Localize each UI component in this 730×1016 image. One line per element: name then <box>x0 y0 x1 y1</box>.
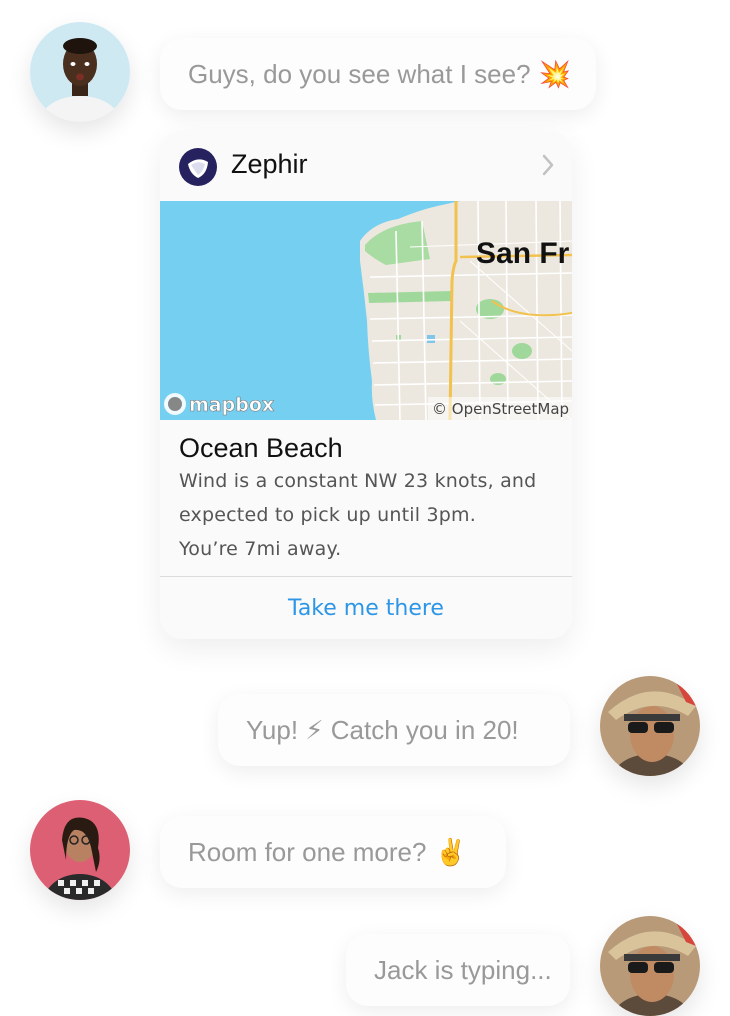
message-text: Guys, do you see what I see? <box>188 58 531 89</box>
chevron-right-icon[interactable] <box>540 153 556 177</box>
app-name: Zephir <box>231 149 308 179</box>
description-line-2: expected to pick up until 3pm. <box>179 504 476 526</box>
mapbox-logo-icon: mapbox <box>164 393 274 416</box>
mapbox-brand: mapbox <box>189 394 274 416</box>
avatar-sender-4[interactable] <box>600 916 700 1016</box>
map-attribution[interactable]: © OpenStreetMap <box>432 400 569 418</box>
map-image: San Fr mapbox © OpenStreetMap <box>160 201 572 420</box>
message-bubble-2: Yup! ⚡ Catch you in 20! <box>218 694 570 766</box>
zephir-logo-icon <box>179 148 217 186</box>
avatar-sender-1[interactable] <box>30 22 130 122</box>
avatar-sender-2[interactable] <box>600 676 700 776</box>
collision-emoji: 💥 <box>538 59 571 89</box>
avatar-sender-3[interactable] <box>30 800 130 900</box>
map-view[interactable]: San Fr mapbox © OpenStreetMap <box>160 201 572 420</box>
description-line-3: You’re 7mi away. <box>179 538 342 560</box>
message-bubble-1: Guys, do you see what I see? 💥 <box>160 38 596 110</box>
avatar-photo-woman <box>30 800 130 900</box>
typing-text: Jack is typing... <box>374 954 552 985</box>
avatar-photo-man-hat <box>600 676 700 776</box>
message-text: Yup! ⚡ Catch you in 20! <box>246 714 519 745</box>
take-me-there-button[interactable]: Take me there <box>160 577 572 639</box>
description-line-1: Wind is a constant NW 23 knots, and <box>179 470 537 492</box>
avatar-photo-man-hat <box>600 916 700 1016</box>
victory-hand-emoji: ✌️ <box>434 837 467 867</box>
place-title: Ocean Beach <box>179 433 343 463</box>
message-text: Room for one more? <box>188 836 427 867</box>
avatar-photo-man <box>30 22 130 122</box>
map-city-label: San Fr <box>476 237 570 270</box>
message-bubble-3: Room for one more? ✌️ <box>160 816 506 888</box>
card-header[interactable]: Zephir <box>160 131 572 201</box>
typing-indicator-bubble: Jack is typing... <box>346 934 570 1006</box>
location-card[interactable]: Zephir San Fr mapbox © OpenStreetMap Oce… <box>160 131 572 639</box>
